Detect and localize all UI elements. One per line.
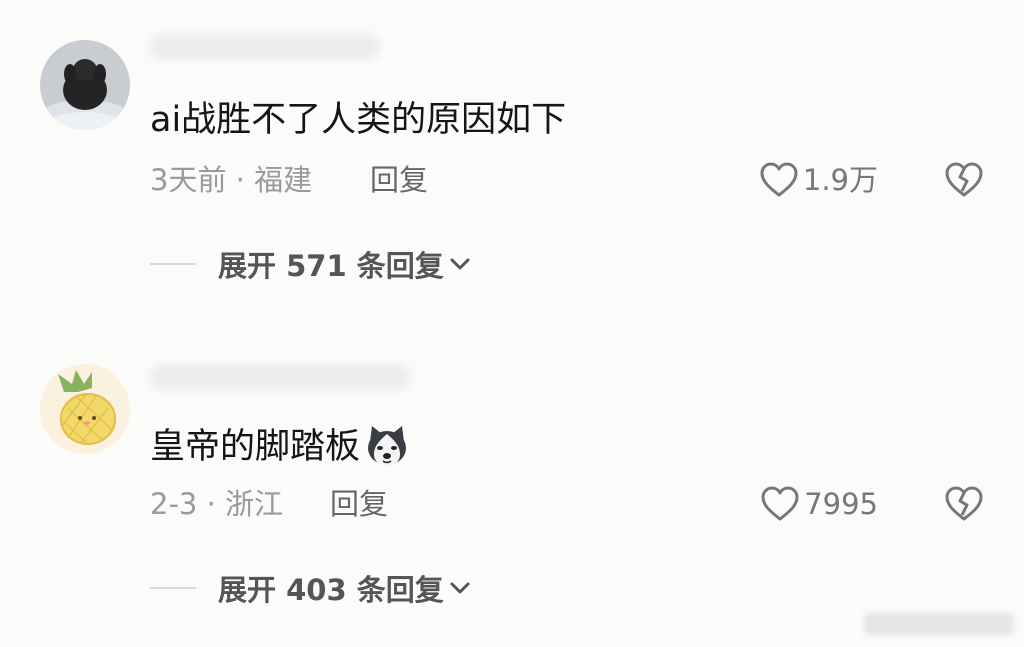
gorilla-avatar-icon xyxy=(40,40,130,130)
divider-line xyxy=(150,587,196,589)
husky-emoji-icon xyxy=(368,426,407,466)
like-count: 1.9万 xyxy=(802,163,878,197)
like-button[interactable]: 1.9万 xyxy=(759,160,878,200)
comment-meta-row: 3天前 · 福建 回复 1.9万 xyxy=(150,160,984,200)
pineapple-avatar-icon xyxy=(40,364,130,454)
expand-replies-label: 展开 571 条回复 xyxy=(218,249,444,283)
watermark xyxy=(864,613,1014,635)
like-count: 7995 xyxy=(804,487,878,521)
username-redacted xyxy=(150,34,380,60)
like-button[interactable]: 7995 xyxy=(760,484,878,524)
time-location: 3天前 · 福建 xyxy=(150,163,313,197)
username-redacted xyxy=(150,364,410,390)
chevron-down-icon xyxy=(450,582,470,594)
reply-button[interactable]: 回复 xyxy=(330,484,388,524)
comment-text: ai战胜不了人类的原因如下 xyxy=(150,100,567,140)
heart-icon xyxy=(761,486,799,521)
time-location: 2-3 · 浙江 xyxy=(150,487,284,521)
comment-meta-row: 2-3 · 浙江 回复 7995 xyxy=(150,484,984,524)
divider-line xyxy=(150,263,196,265)
chevron-down-icon xyxy=(450,258,470,270)
comment-text: 皇帝的脚踏板 xyxy=(150,422,410,469)
expand-replies-label: 展开 403 条回复 xyxy=(218,573,444,607)
expand-replies-button[interactable]: 展开 571 条回复 xyxy=(150,244,472,284)
reply-button[interactable]: 回复 xyxy=(370,160,428,200)
broken-heart-icon[interactable] xyxy=(944,485,984,523)
avatar[interactable] xyxy=(40,40,130,130)
comment-text-content: 皇帝的脚踏板 xyxy=(150,427,361,467)
expand-replies-button[interactable]: 展开 403 条回复 xyxy=(150,568,472,608)
avatar[interactable] xyxy=(40,364,130,454)
broken-heart-icon[interactable] xyxy=(944,161,984,199)
heart-icon xyxy=(760,162,798,197)
